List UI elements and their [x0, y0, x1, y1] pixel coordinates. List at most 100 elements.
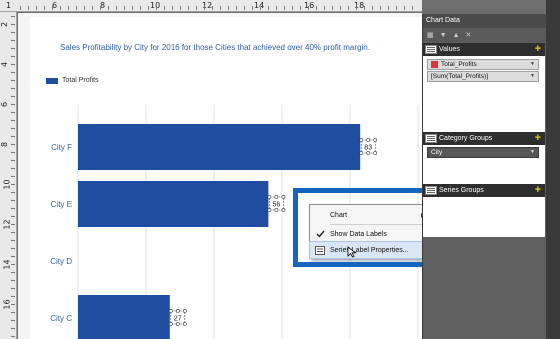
ruler-tick	[11, 176, 15, 177]
chart-data-panel[interactable]: Chart Data ▦ ▼ ▲ ✕ Values + Total_Profit…	[422, 14, 547, 339]
data-label[interactable]: 27	[174, 316, 182, 323]
menu-item-show-data-labels[interactable]: Show Data Labels	[310, 226, 433, 242]
selection-handle[interactable]	[281, 208, 286, 212]
mouse-cursor-icon	[347, 246, 357, 258]
ruler-tick	[316, 6, 317, 10]
ruler-tick	[11, 152, 15, 153]
chart-plot-area[interactable]: City F 83 City E 56 City D City C 27	[30, 17, 422, 339]
data-label[interactable]: 56	[273, 202, 281, 209]
properties-icon[interactable]: ▦	[427, 31, 434, 39]
selection-handle[interactable]	[267, 208, 272, 212]
value-expression-label: [Sum(Total_Profits)]	[431, 73, 489, 80]
move-down-icon[interactable]: ▼	[440, 32, 447, 39]
ruler-tick	[11, 296, 15, 297]
selection-handle[interactable]	[373, 138, 378, 142]
ruler-tick	[28, 6, 29, 10]
ruler-tick	[92, 6, 93, 10]
ruler-tick	[212, 6, 213, 10]
ruler-tick	[204, 6, 205, 10]
selection-handle[interactable]	[366, 138, 371, 142]
value-field-total-profits[interactable]: Total_Profits ▼	[427, 59, 539, 70]
selection-handle[interactable]	[274, 208, 279, 212]
ruler-tick	[244, 6, 245, 10]
ruler-number: 2	[0, 21, 10, 28]
dropdown-arrow-icon[interactable]: ▼	[530, 149, 535, 155]
ruler-tick	[116, 6, 117, 10]
selection-handle[interactable]	[168, 322, 173, 326]
menu-separator	[330, 224, 430, 225]
selection-handle[interactable]	[359, 138, 364, 142]
move-up-icon[interactable]: ▲	[453, 32, 460, 39]
ruler-tick	[268, 6, 269, 10]
ruler-tick	[148, 6, 149, 10]
selection-handle[interactable]	[373, 151, 378, 155]
horizontal-ruler: 1681012141618	[0, 0, 422, 12]
ruler-tick	[124, 6, 125, 10]
context-menu[interactable]: Chart ▶ Show Data Labels Series Label Pr…	[309, 204, 434, 259]
ruler-tick	[11, 56, 15, 57]
selection-handle[interactable]	[281, 195, 286, 199]
category-field-city[interactable]: City ▼	[427, 147, 539, 158]
ruler-tick	[68, 6, 69, 10]
checkmark-icon	[310, 226, 330, 242]
selection-handle[interactable]	[168, 309, 173, 313]
ruler-tick	[228, 6, 229, 10]
value-field-label: Total_Profits	[441, 61, 477, 68]
values-icon	[425, 45, 437, 54]
ruler-tick	[284, 6, 285, 10]
category-axis-label: City E	[51, 200, 72, 209]
ruler-tick	[52, 6, 53, 10]
category-axis-label: City C	[50, 314, 72, 323]
ruler-tick	[300, 6, 301, 10]
selection-handle[interactable]	[182, 309, 187, 313]
selection-handle[interactable]	[359, 151, 364, 155]
selection-handle[interactable]	[366, 151, 371, 155]
selection-handle[interactable]	[267, 195, 272, 199]
bar[interactable]	[78, 295, 170, 339]
ruler-tick	[44, 6, 45, 10]
category-axis-label: City D	[50, 257, 72, 266]
ruler-tick	[11, 184, 15, 185]
right-dock-strip	[546, 0, 560, 339]
add-category-button[interactable]: +	[535, 132, 541, 144]
add-value-button[interactable]: +	[535, 43, 541, 55]
bar[interactable]	[78, 181, 269, 227]
report-design-surface[interactable]: Sales Profitability by City for 2016 for…	[18, 13, 422, 339]
ruler-tick	[260, 6, 261, 10]
ruler-tick	[11, 208, 15, 209]
delete-icon[interactable]: ✕	[466, 31, 472, 39]
chart-area[interactable]: Sales Profitability by City for 2016 for…	[30, 17, 422, 339]
ruler-tick	[356, 6, 357, 10]
ruler-tick	[396, 6, 397, 10]
series-groups-body	[423, 197, 545, 237]
vertical-ruler: 2 4 6 8 10 12 14 16	[0, 12, 17, 339]
add-series-button[interactable]: +	[535, 184, 541, 196]
ruler-tick	[11, 128, 15, 129]
ruler-tick	[404, 6, 405, 10]
ruler-tick	[412, 6, 413, 10]
menu-item-series-label-properties[interactable]: Series Label Properties...	[309, 241, 434, 259]
selection-handle[interactable]	[274, 195, 279, 199]
ruler-tick	[20, 6, 21, 10]
ruler-tick	[11, 320, 15, 321]
ruler-tick	[36, 6, 37, 10]
ruler-tick	[11, 216, 15, 217]
category-axis-label: City F	[51, 143, 72, 152]
selection-handle[interactable]	[175, 309, 180, 313]
bar[interactable]	[78, 124, 361, 170]
ruler-tick	[60, 6, 61, 10]
values-section-body: Total_Profits ▼ [Sum(Total_Profits)] ▼	[423, 56, 545, 134]
series-groups-label: Series Groups	[439, 187, 484, 194]
menu-item-chart[interactable]: Chart ▶	[310, 207, 433, 223]
ruler-tick	[11, 328, 15, 329]
value-expression[interactable]: [Sum(Total_Profits)] ▼	[427, 71, 539, 82]
dropdown-arrow-icon[interactable]: ▼	[530, 61, 535, 67]
ruler-tick	[11, 240, 15, 241]
ruler-tick	[332, 6, 333, 10]
ruler-tick	[11, 232, 15, 233]
dropdown-arrow-icon[interactable]: ▼	[530, 73, 535, 79]
selection-handle[interactable]	[175, 322, 180, 326]
selection-handle[interactable]	[182, 322, 187, 326]
data-label[interactable]: 83	[364, 145, 372, 152]
ruler-tick	[11, 248, 15, 249]
